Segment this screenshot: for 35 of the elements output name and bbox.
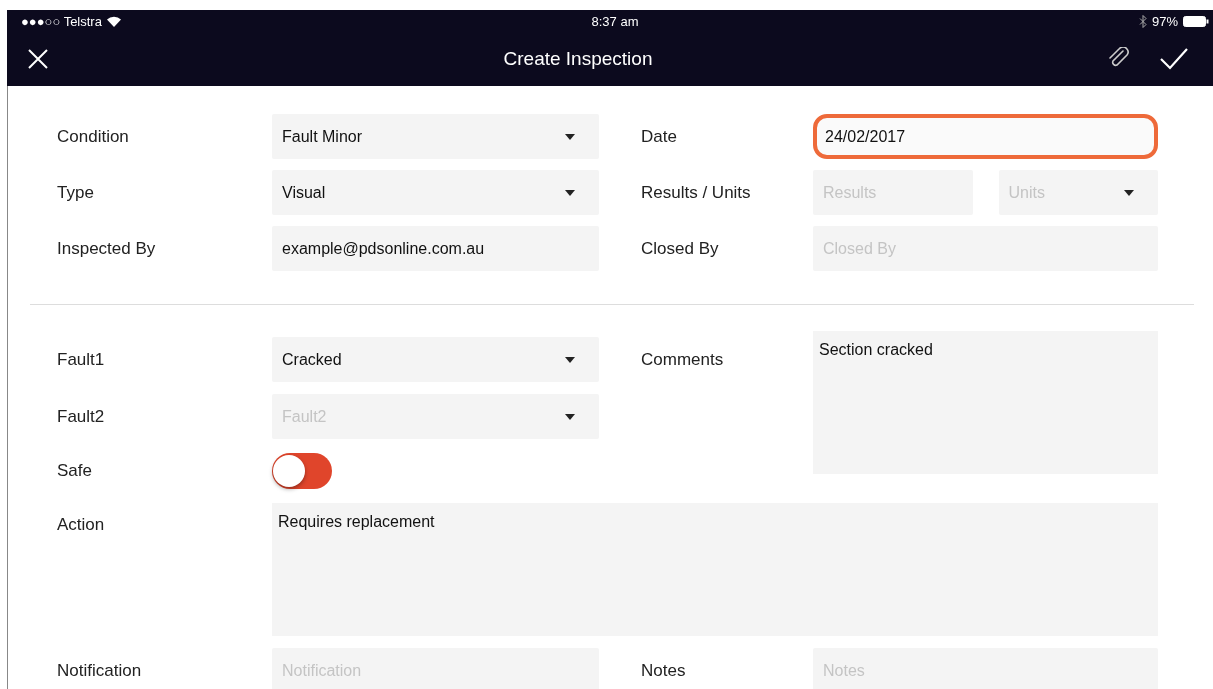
safe-toggle[interactable]	[272, 453, 332, 489]
field-label: Fault2	[57, 406, 106, 427]
field-label: Notification	[57, 660, 143, 681]
date-field[interactable]: 24/02/2017	[813, 114, 1158, 159]
clock-time: 8:37 am	[591, 13, 639, 29]
carrier-name: ●●●○○ Telstra	[21, 13, 102, 29]
close-icon[interactable]	[27, 48, 49, 70]
field-label: Date	[641, 126, 678, 147]
field-label: Results / Units	[641, 182, 752, 203]
type-dropdown[interactable]: Visual	[272, 170, 599, 215]
action-field[interactable]: Requires replacement	[272, 503, 1158, 636]
battery-icon	[1183, 15, 1209, 27]
condition-dropdown[interactable]: Fault Minor	[272, 114, 599, 159]
field-label: Safe	[57, 461, 93, 481]
inspected-by-field[interactable]: example@pdsonline.com.au	[272, 226, 599, 271]
fault1-dropdown[interactable]: Cracked	[272, 337, 599, 382]
caret-icon	[565, 133, 575, 140]
field-label: Inspected By	[57, 238, 157, 259]
comments-field[interactable]: Section cracked	[813, 331, 1158, 474]
screen-title: Create Inspection	[503, 48, 653, 70]
caret-icon	[565, 413, 575, 420]
field-label: Closed By	[641, 238, 720, 259]
wifi-icon	[106, 15, 121, 27]
field-label: Condition	[57, 126, 130, 147]
caret-icon	[565, 356, 575, 363]
field-label: Fault1	[57, 349, 106, 370]
checkmark-icon[interactable]	[1159, 47, 1189, 71]
bluetooth-icon	[1139, 14, 1147, 28]
caret-icon	[565, 189, 575, 196]
field-label: Action	[57, 515, 106, 535]
caret-icon	[1124, 189, 1134, 196]
battery-percent: 97%	[1152, 13, 1178, 29]
field-label: Type	[57, 182, 95, 203]
field-label: Notes	[641, 660, 687, 681]
field-label: Comments	[641, 349, 725, 370]
